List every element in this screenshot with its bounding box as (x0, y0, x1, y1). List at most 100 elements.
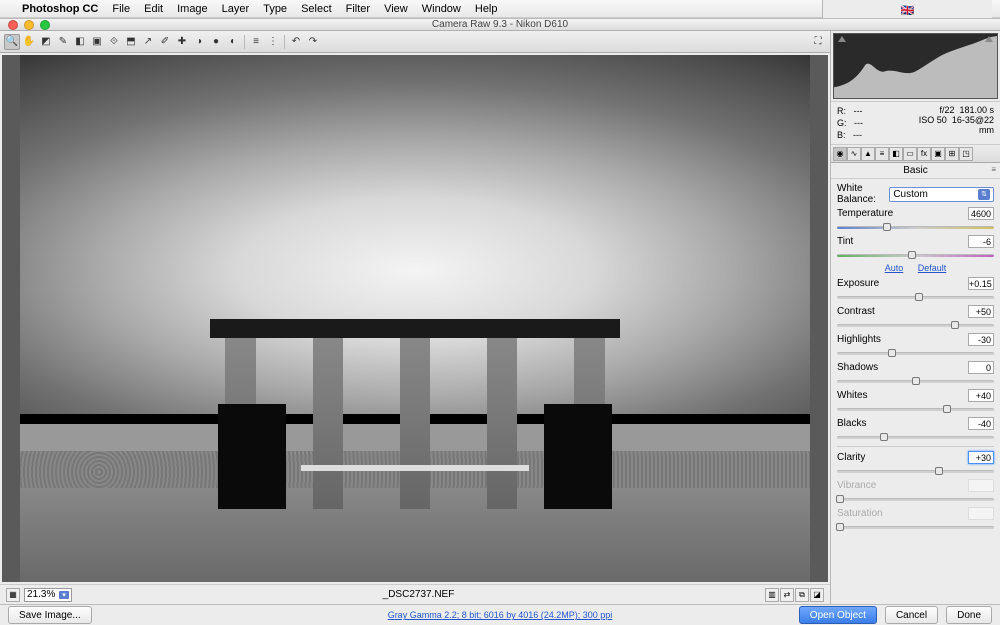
tint-label: Tint (837, 236, 964, 247)
exposure-value[interactable]: +0.15 (968, 277, 994, 290)
temperature-value[interactable]: 4600 (968, 207, 994, 220)
temperature-label: Temperature (837, 208, 964, 219)
tint-value[interactable]: -6 (968, 235, 994, 248)
image-preview[interactable] (2, 55, 828, 582)
shadow-clip-icon[interactable] (838, 36, 846, 42)
workflow-options-link[interactable]: Gray Gamma 2.2; 8 bit; 6016 by 4016 (24.… (388, 610, 613, 620)
menu-file[interactable]: File (112, 3, 130, 15)
tab-snapshots-icon[interactable]: ◳ (959, 147, 973, 161)
shadows-slider[interactable] (837, 376, 994, 386)
window-close-button[interactable] (8, 20, 18, 30)
straighten-tool-icon[interactable]: ⟐ (106, 34, 122, 50)
flag-icon[interactable]: 🇬🇧 (901, 4, 915, 17)
radial-filter-tool-icon[interactable]: ● (208, 34, 224, 50)
fullscreen-toggle-icon[interactable]: ⛶ (810, 34, 826, 50)
save-image-button[interactable]: Save Image... (8, 606, 92, 624)
tab-hsl-icon[interactable]: ≡ (875, 147, 889, 161)
white-balance-select[interactable]: Custom ⇅ (889, 187, 994, 202)
tab-detail-icon[interactable]: ▲ (861, 147, 875, 161)
menu-window[interactable]: Window (422, 3, 461, 15)
exposure-slider[interactable] (837, 292, 994, 302)
contrast-label: Contrast (837, 306, 964, 317)
redeye-tool-icon[interactable]: ✐ (157, 34, 173, 50)
open-object-button[interactable]: Open Object (799, 606, 877, 624)
whites-slider[interactable] (837, 404, 994, 414)
app-name[interactable]: Photoshop CC (22, 3, 98, 15)
tab-basic-icon[interactable]: ◉ (833, 147, 847, 161)
highlight-clip-icon[interactable] (985, 36, 993, 42)
meta-shutter: 181.00 s (959, 105, 994, 115)
adjustment-brush-tool-icon[interactable]: ✚ (174, 34, 190, 50)
clarity-value[interactable]: +30 (968, 451, 994, 464)
done-button[interactable]: Done (946, 606, 992, 624)
vibrance-value (968, 479, 994, 492)
swap-icon[interactable]: ⇄ (780, 588, 794, 602)
filmstrip-toggle-icon[interactable]: ▦ (6, 588, 20, 602)
zoom-tool-icon[interactable]: 🔍 (4, 34, 20, 50)
before-after-icon[interactable]: ▥ (765, 588, 779, 602)
transform-tool-icon[interactable]: ⬒ (123, 34, 139, 50)
meta-lens: 16-35@22 mm (952, 115, 994, 135)
zoom-value: 21.3% (27, 589, 55, 600)
tab-presets-icon[interactable]: ⊞ (945, 147, 959, 161)
contrast-slider[interactable] (837, 320, 994, 330)
targeted-adjust-tool-icon[interactable]: ◧ (72, 34, 88, 50)
window-minimize-button[interactable] (24, 20, 34, 30)
clarity-slider[interactable] (837, 466, 994, 476)
tint-slider[interactable] (837, 250, 994, 260)
menu-edit[interactable]: Edit (144, 3, 163, 15)
preferences-tool-icon[interactable]: ◐ (225, 34, 241, 50)
menu-type[interactable]: Type (263, 3, 287, 15)
chevron-updown-icon: ⇅ (978, 189, 990, 200)
menu-filter[interactable]: Filter (346, 3, 370, 15)
panel-tabs: ◉ ∿ ▲ ≡ ◧ ▭ fx ▣ ⊞ ◳ (831, 145, 1000, 163)
graduated-filter-tool-icon[interactable]: ◑ (191, 34, 207, 50)
highlights-label: Highlights (837, 334, 964, 345)
wb-label: White Balance: (837, 183, 885, 205)
menu-layer[interactable]: Layer (222, 3, 250, 15)
panel-menu-icon[interactable]: ≡ (991, 165, 996, 174)
whites-value[interactable]: +40 (968, 389, 994, 402)
blacks-slider[interactable] (837, 432, 994, 442)
window-zoom-button[interactable] (40, 20, 50, 30)
hand-tool-icon[interactable]: ✋ (21, 34, 37, 50)
cancel-button[interactable]: Cancel (885, 606, 938, 624)
preview-toggle-icon[interactable]: ◪ (810, 588, 824, 602)
meta-b: --- (853, 130, 862, 140)
highlights-slider[interactable] (837, 348, 994, 358)
tab-split-icon[interactable]: ◧ (889, 147, 903, 161)
crop-tool-icon[interactable]: ▣ (89, 34, 105, 50)
preview-footer: ▦ 21.3% ▾ _DSC2737.NEF ▥ ⇄ ⧉ ◪ (0, 584, 830, 604)
tab-curve-icon[interactable]: ∿ (847, 147, 861, 161)
default-link[interactable]: Default (918, 263, 947, 273)
filename-label: _DSC2737.NEF (383, 589, 455, 600)
blacks-value[interactable]: -40 (968, 417, 994, 430)
menu-image[interactable]: Image (177, 3, 208, 15)
camera-raw-window: Camera Raw 9.3 - Nikon D610 🔍 ✋ ◩ ✎ ◧ ▣ … (0, 18, 1000, 625)
rotate-ccw-icon[interactable]: ↶ (288, 34, 304, 50)
color-sampler-tool-icon[interactable]: ✎ (55, 34, 71, 50)
menu-view[interactable]: View (384, 3, 408, 15)
temperature-slider[interactable] (837, 222, 994, 232)
tab-camera-icon[interactable]: ▣ (931, 147, 945, 161)
spot-removal-tool-icon[interactable]: ↗ (140, 34, 156, 50)
tab-fx-icon[interactable]: fx (917, 147, 931, 161)
white-balance-tool-icon[interactable]: ◩ (38, 34, 54, 50)
tab-lens-icon[interactable]: ▭ (903, 147, 917, 161)
menu-help[interactable]: Help (475, 3, 498, 15)
meta-g: --- (854, 118, 863, 128)
highlights-value[interactable]: -30 (968, 333, 994, 346)
histogram[interactable] (833, 33, 998, 99)
zoom-select[interactable]: 21.3% ▾ (24, 588, 72, 602)
preview-mode-icon[interactable]: ≡ (248, 34, 264, 50)
rotate-cw-icon[interactable]: ↷ (305, 34, 321, 50)
auto-link[interactable]: Auto (885, 263, 904, 273)
contrast-value[interactable]: +50 (968, 305, 994, 318)
shadows-value[interactable]: 0 (968, 361, 994, 374)
menu-select[interactable]: Select (301, 3, 332, 15)
preview-list-icon[interactable]: ⋮ (265, 34, 281, 50)
copy-settings-icon[interactable]: ⧉ (795, 588, 809, 602)
titlebar: Camera Raw 9.3 - Nikon D610 (0, 19, 1000, 31)
meta-iso: ISO 50 (919, 115, 947, 125)
blacks-label: Blacks (837, 418, 964, 429)
